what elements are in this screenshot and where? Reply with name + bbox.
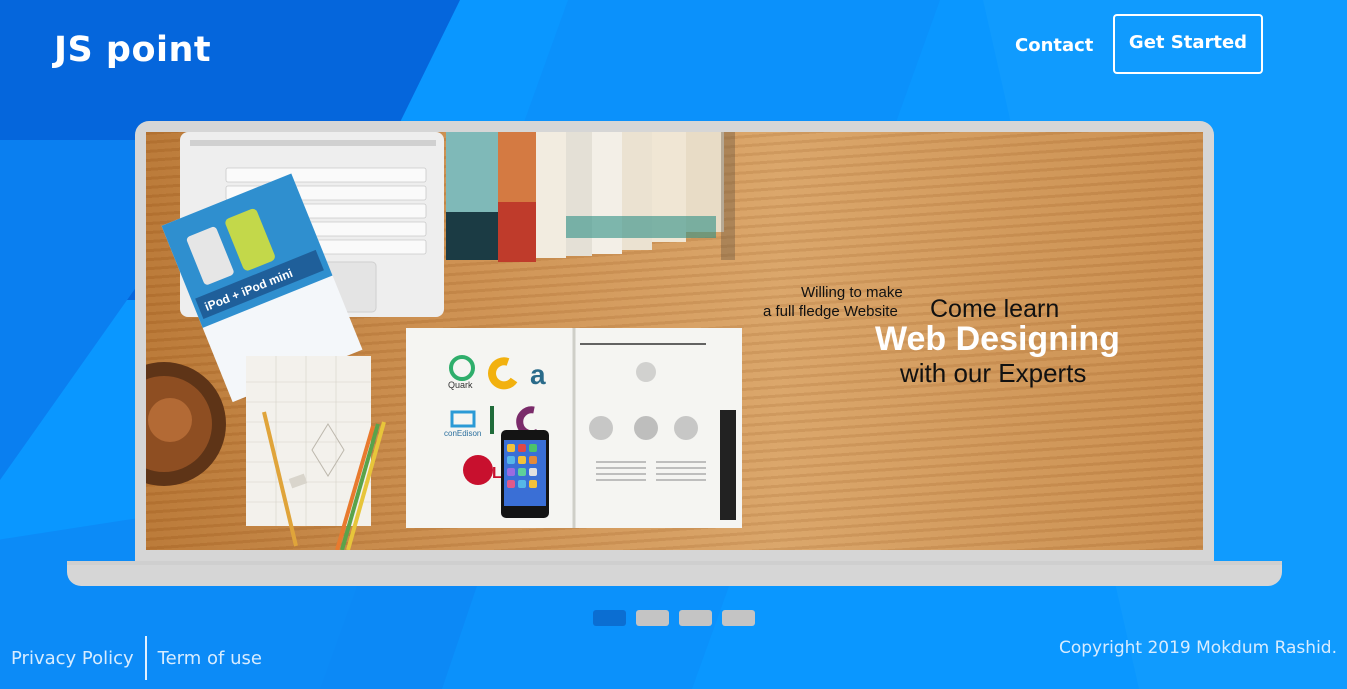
copyright-text: Copyright 2019 Mokdum Rashid. — [1059, 638, 1337, 658]
carousel-slide[interactable]: iPod + iPod mini Quark a conEdison Willi… — [146, 132, 1203, 550]
laptop-mockup-base — [67, 561, 1282, 586]
caption-headline: Web Designing — [875, 320, 1120, 358]
carousel-indicator-4[interactable] — [722, 610, 755, 626]
contact-link[interactable]: Contact — [1015, 35, 1093, 56]
get-started-button[interactable]: Get Started — [1113, 14, 1263, 74]
slide-caption: Willing to make a full fledge Website Co… — [146, 132, 1203, 550]
carousel-indicator-2[interactable] — [636, 610, 669, 626]
site-logo[interactable]: JS point — [54, 30, 211, 70]
footer-links: Privacy Policy Term of use — [0, 636, 273, 680]
carousel-indicators — [593, 610, 755, 626]
laptop-mockup-screen: iPod + iPod mini Quark a conEdison Willi… — [135, 121, 1214, 562]
carousel-indicator-3[interactable] — [679, 610, 712, 626]
privacy-policy-link[interactable]: Privacy Policy — [0, 648, 145, 669]
caption-line-2: a full fledge Website — [763, 303, 898, 320]
caption-line-1: Willing to make — [801, 284, 903, 301]
site-header: JS point Contact Get Started — [0, 0, 1347, 100]
carousel-indicator-1[interactable] — [593, 610, 626, 626]
terms-of-use-link[interactable]: Term of use — [147, 648, 273, 669]
caption-line-5: with our Experts — [900, 358, 1087, 388]
